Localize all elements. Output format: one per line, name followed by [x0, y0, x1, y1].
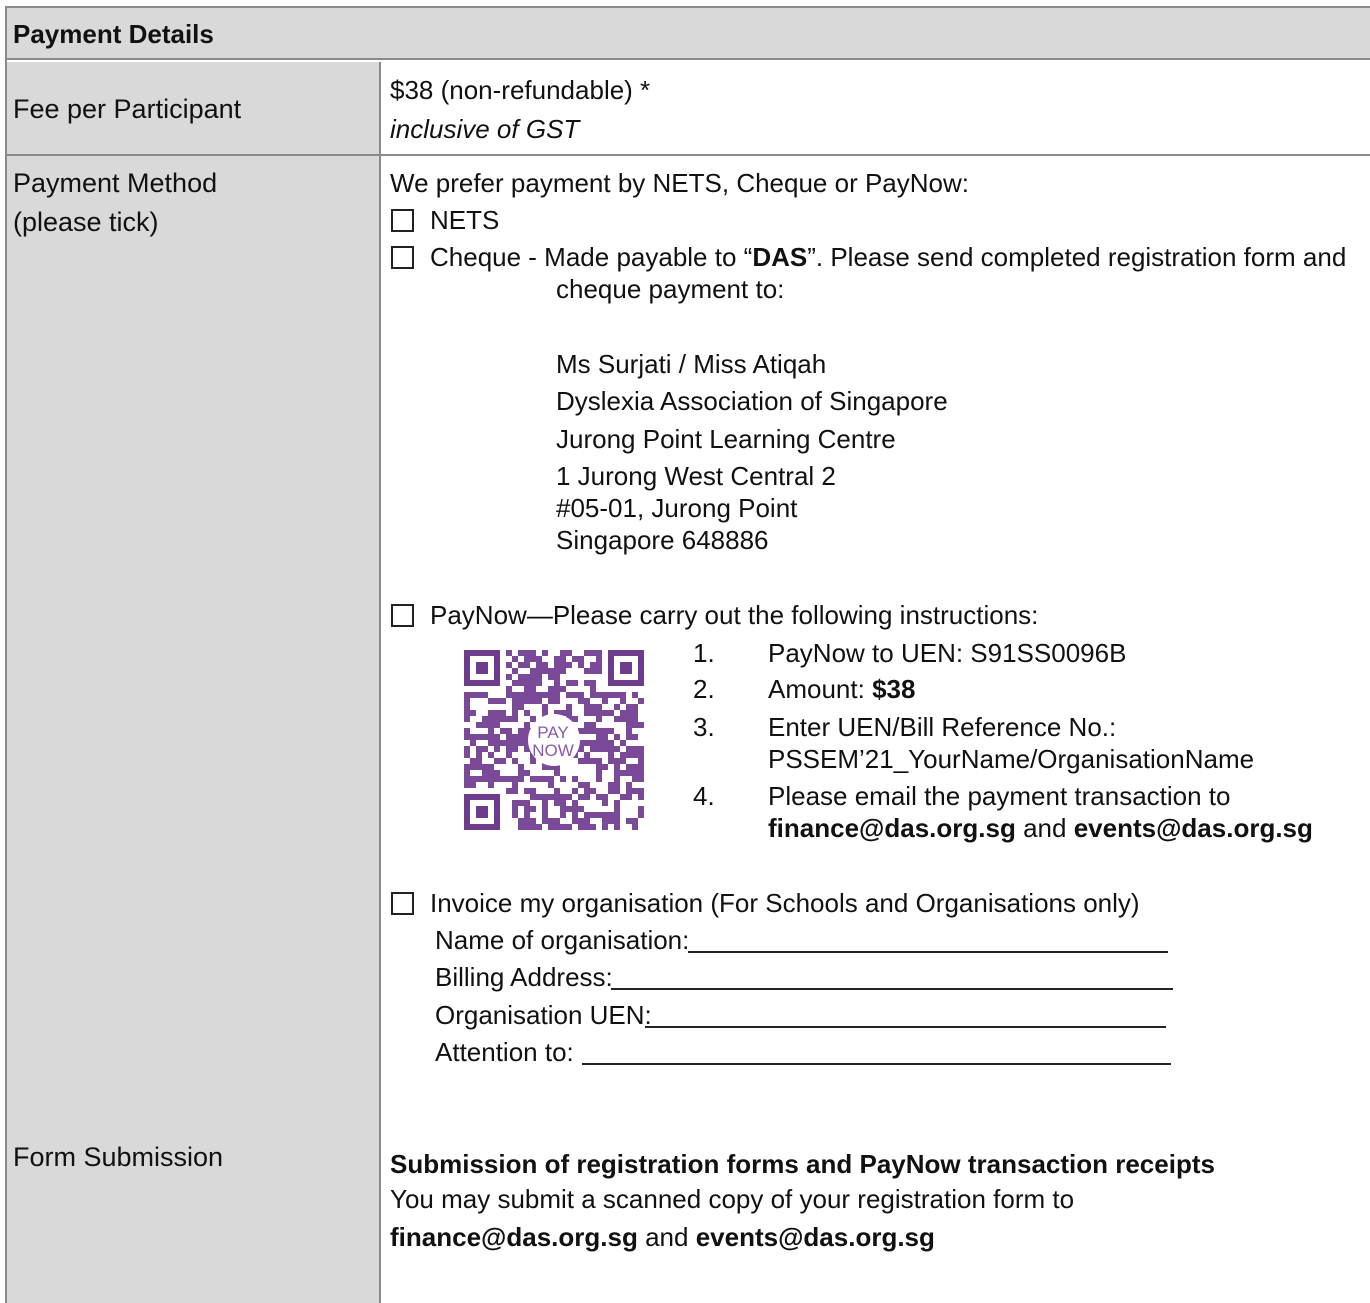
step-email-addresses: finance@das.org.sg and events@das.org.sg — [768, 813, 1313, 843]
submission-heading: Submission of registration forms and Pay… — [390, 1149, 1215, 1179]
org-name-field[interactable] — [688, 951, 1168, 953]
billing-address-field[interactable] — [611, 988, 1173, 990]
org-name-label: Name of organisation: — [435, 925, 690, 955]
paynow-label: PayNow—Please carry out the following in… — [430, 600, 1039, 630]
payment-intro: We prefer payment by NETS, Cheque or Pay… — [390, 168, 969, 198]
paynow-logo-bottom: NOW — [532, 741, 574, 760]
finance-email-link[interactable]: finance@das.org.sg — [768, 813, 1016, 843]
step-reference-format: PSSEM’21_YourName/OrganisationName — [768, 744, 1255, 774]
org-uen-label: Organisation UEN: — [435, 1000, 652, 1030]
step-uen: PayNow to UEN: S91SS0096B — [768, 638, 1127, 668]
fee-amount: $38 (non-refundable) * — [390, 75, 651, 105]
attention-field[interactable] — [582, 1063, 1171, 1065]
step-reference: Enter UEN/Bill Reference No.: — [768, 712, 1117, 742]
step-number: 2. — [693, 674, 715, 704]
section-title: Payment Details — [7, 8, 1370, 60]
step-amount: Amount: $38 — [768, 674, 916, 704]
method-label: Payment Method — [13, 168, 218, 198]
address-line: Dyslexia Association of Singapore — [556, 386, 948, 416]
finance-email-link[interactable]: finance@das.org.sg — [390, 1222, 638, 1252]
address-line: Jurong Point Learning Centre — [556, 424, 896, 454]
paynow-checkbox[interactable] — [391, 604, 414, 627]
org-uen-field[interactable] — [645, 1026, 1166, 1028]
billing-address-label: Billing Address: — [435, 962, 613, 992]
events-email-link[interactable]: events@das.org.sg — [696, 1222, 935, 1252]
step-number: 3. — [693, 712, 715, 742]
fee-label: Fee per Participant — [13, 94, 242, 124]
submission-emails: finance@das.org.sg and events@das.org.sg — [390, 1222, 935, 1252]
method-label-hint: (please tick) — [13, 207, 159, 237]
address-line: Ms Surjati / Miss Atiqah — [556, 349, 827, 379]
invoice-checkbox[interactable] — [391, 892, 414, 915]
submission-label: Form Submission — [13, 1142, 224, 1172]
label-column — [7, 62, 381, 1303]
fee-gst-note: inclusive of GST — [390, 114, 580, 144]
address-line: Singapore 648886 — [556, 525, 769, 555]
address-line: 1 Jurong West Central 2 — [556, 461, 836, 491]
submission-text: You may submit a scanned copy of your re… — [390, 1184, 1075, 1214]
events-email-link[interactable]: events@das.org.sg — [1074, 813, 1313, 843]
nets-label: NETS — [430, 205, 500, 235]
cheque-checkbox[interactable] — [391, 246, 414, 269]
address-line: #05-01, Jurong Point — [556, 493, 798, 523]
invoice-label: Invoice my organisation (For Schools and… — [430, 888, 1140, 918]
step-number: 4. — [693, 781, 715, 811]
paynow-qr-code: PAY NOW — [462, 648, 646, 832]
step-number: 1. — [693, 638, 715, 668]
cheque-label-continued: cheque payment to: — [556, 274, 785, 304]
row-divider — [7, 154, 1370, 156]
step-email: Please email the payment transaction to — [768, 781, 1231, 811]
paynow-logo-top: PAY — [537, 723, 569, 742]
attention-label: Attention to: — [435, 1037, 574, 1067]
cheque-label: Cheque - Made payable to “DAS”. Please s… — [430, 242, 1347, 272]
nets-checkbox[interactable] — [391, 209, 414, 232]
